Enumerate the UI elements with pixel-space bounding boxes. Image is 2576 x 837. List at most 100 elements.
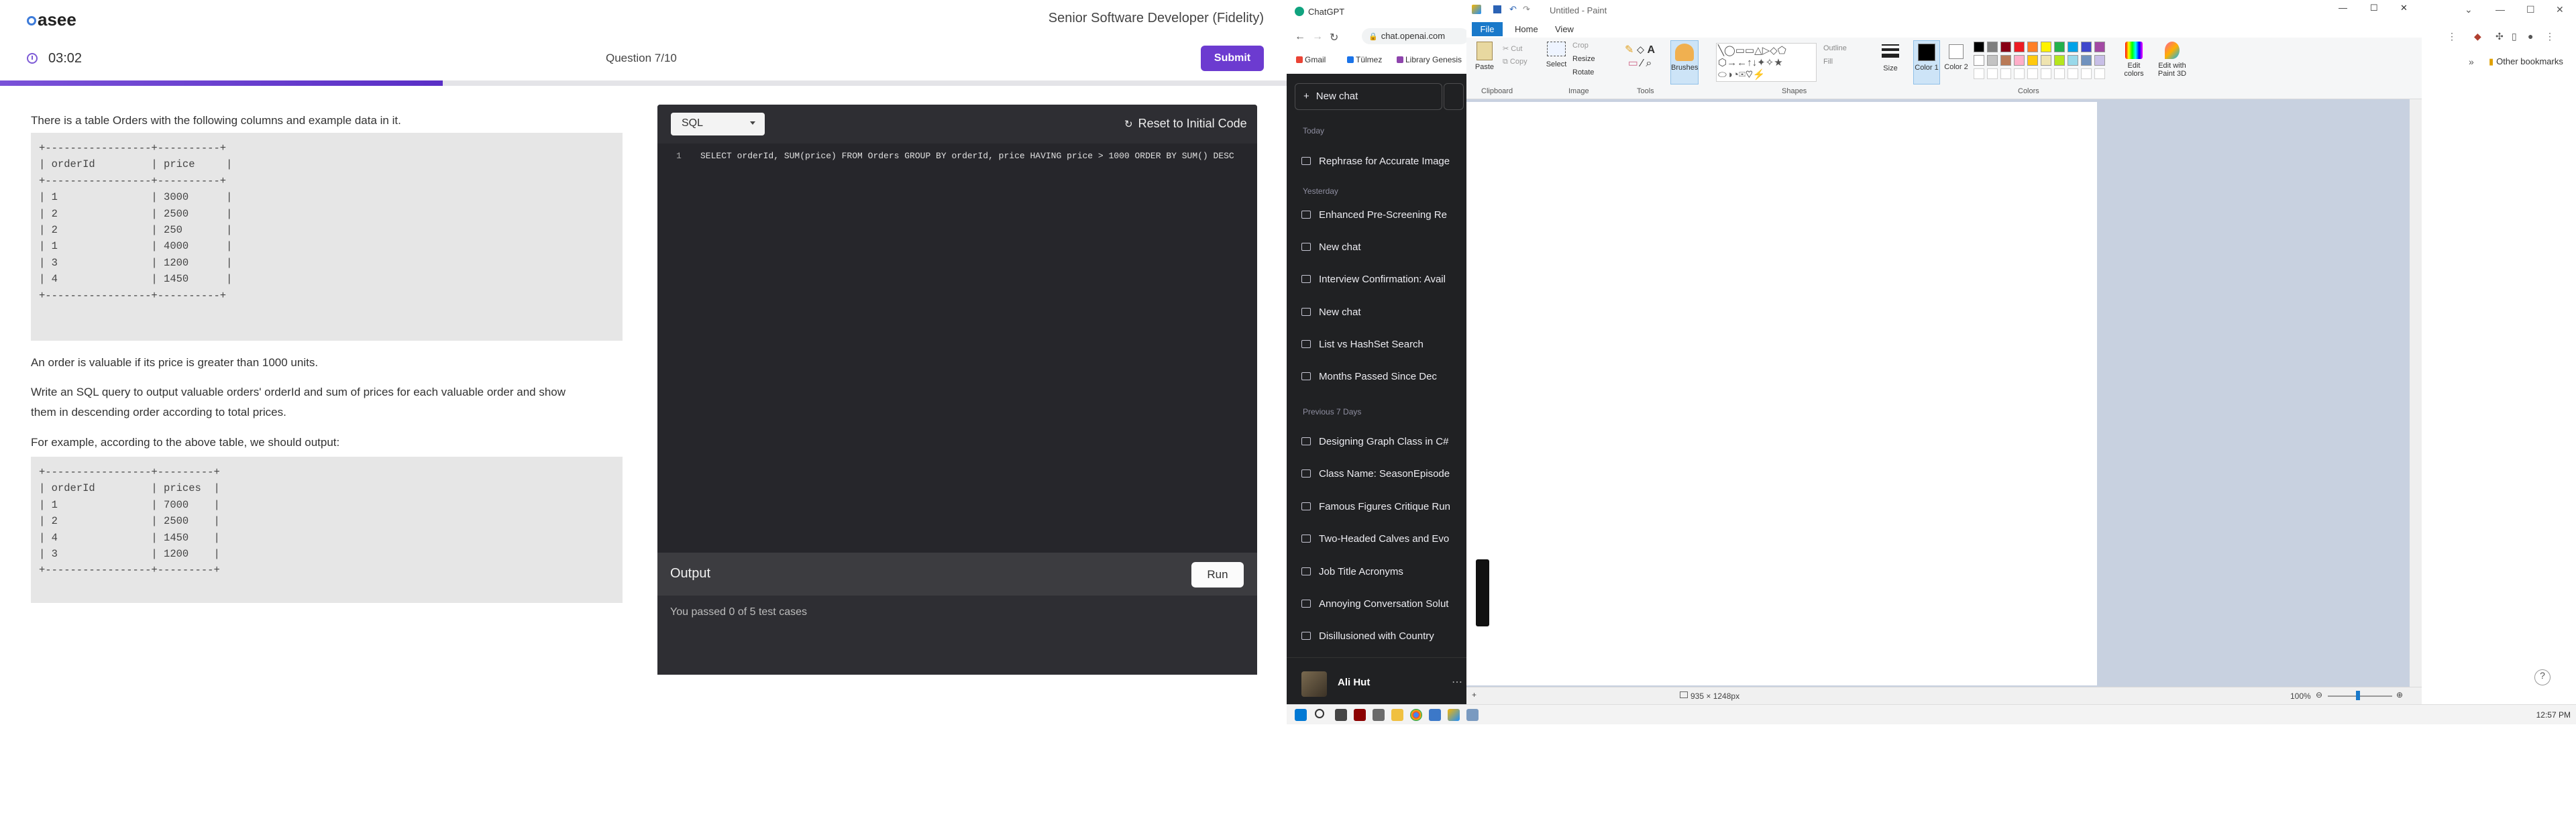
- color-swatch[interactable]: [2014, 42, 2025, 52]
- chevron-right-icon[interactable]: »: [2469, 56, 2474, 67]
- tab-file[interactable]: File: [1472, 22, 1503, 36]
- edit-colors-button[interactable]: Edit colors: [2118, 40, 2149, 78]
- color-swatch[interactable]: [2068, 55, 2078, 66]
- size-button[interactable]: Size: [1878, 42, 1902, 72]
- language-select[interactable]: SQL: [671, 113, 765, 135]
- puzzle-icon[interactable]: ✣: [2496, 31, 2504, 42]
- color-swatch[interactable]: [2094, 55, 2105, 66]
- copy-button[interactable]: ⧉ Copy: [1503, 58, 1527, 66]
- chat-history-item[interactable]: New chat: [1301, 241, 1466, 253]
- color-swatch[interactable]: [2027, 42, 2038, 52]
- reset-code-button[interactable]: ↻ Reset to Initial Code: [1124, 117, 1247, 131]
- chrome-menu-icon[interactable]: ⋮: [2545, 31, 2555, 42]
- zoom-slider-thumb[interactable]: [2356, 691, 2360, 700]
- more-icon[interactable]: ⋯: [1452, 675, 1462, 689]
- redo-icon[interactable]: ↷: [1523, 4, 1530, 15]
- user-profile-row[interactable]: Ali Hut ⋯: [1287, 657, 1466, 711]
- color-swatch-empty[interactable]: [1974, 68, 1984, 79]
- color-swatch[interactable]: [2014, 55, 2025, 66]
- color-swatch-empty[interactable]: [1987, 68, 1998, 79]
- pencil-icon[interactable]: ✎: [1625, 44, 1633, 56]
- color-swatch-empty[interactable]: [2054, 68, 2065, 79]
- color-swatch-empty[interactable]: [2094, 68, 2105, 79]
- zoom-out-icon[interactable]: ⊖: [2316, 690, 2322, 700]
- color-swatch[interactable]: [2041, 42, 2051, 52]
- tab-home[interactable]: Home: [1515, 24, 1538, 34]
- color-swatch-empty[interactable]: [2041, 68, 2051, 79]
- forward-icon[interactable]: →: [1312, 31, 1323, 43]
- chat-history-item[interactable]: Enhanced Pre-Screening Re: [1301, 209, 1466, 221]
- color-swatch-empty[interactable]: [2081, 68, 2092, 79]
- word-icon[interactable]: [1429, 709, 1441, 721]
- brushes-button[interactable]: Brushes: [1670, 40, 1699, 85]
- sidebar-toggle-button[interactable]: [1444, 83, 1464, 110]
- color-picker-icon[interactable]: ⁄: [1641, 58, 1643, 69]
- bookmark-item[interactable]: Gmail: [1296, 55, 1326, 64]
- color-swatch[interactable]: [2000, 55, 2011, 66]
- color-swatch[interactable]: [2041, 55, 2051, 66]
- chat-history-item[interactable]: Interview Confirmation: Avail: [1301, 274, 1466, 285]
- chat-history-item[interactable]: Job Title Acronyms: [1301, 566, 1466, 577]
- floating-toolbar[interactable]: [1476, 559, 1489, 626]
- maximize-icon[interactable]: ☐: [2370, 3, 2378, 13]
- fill-button[interactable]: Fill: [1823, 58, 1833, 66]
- color-swatch[interactable]: [2094, 42, 2105, 52]
- chat-history-item[interactable]: Famous Figures Critique Run: [1301, 501, 1466, 512]
- eraser-icon[interactable]: ▭: [1628, 58, 1638, 69]
- task-view-icon[interactable]: [1335, 709, 1347, 721]
- app-icon-gray[interactable]: [1373, 709, 1385, 721]
- chat-history-item[interactable]: New chat: [1301, 306, 1466, 318]
- color2-button[interactable]: Color 2: [1943, 40, 1970, 71]
- windows-start-icon[interactable]: [1295, 709, 1307, 721]
- new-chat-button[interactable]: + New chat: [1295, 83, 1442, 110]
- shapes-gallery[interactable]: ╲◯▭▭△▷◇⬠ ⬡→←↑↓✦✧★ ⬭◑◔✉♡⚡: [1716, 43, 1817, 82]
- cut-button[interactable]: ✂ Cut: [1503, 44, 1522, 53]
- chat-history-item[interactable]: Disillusioned with Country: [1301, 630, 1466, 642]
- code-input[interactable]: SELECT orderId, SUM(price) FROM Orders G…: [700, 151, 1234, 161]
- paint-taskbar-icon[interactable]: [1448, 709, 1460, 721]
- color-swatch[interactable]: [2081, 55, 2092, 66]
- resize-button[interactable]: Resize: [1572, 55, 1595, 63]
- dropdown-icon[interactable]: ⌄: [2465, 4, 2473, 15]
- chat-history-item[interactable]: Designing Graph Class in C#: [1301, 436, 1466, 447]
- zoom-slider[interactable]: [2328, 695, 2392, 697]
- profile-icon[interactable]: ●: [2528, 31, 2533, 42]
- zoom-in-icon[interactable]: ⊕: [2396, 690, 2403, 700]
- file-explorer-icon[interactable]: [1391, 709, 1403, 721]
- color-swatch-empty[interactable]: [2014, 68, 2025, 79]
- chat-history-item[interactable]: Rephrase for Accurate Image: [1301, 156, 1466, 167]
- color-swatch[interactable]: [2054, 42, 2065, 52]
- chat-history-item[interactable]: List vs HashSet Search: [1301, 339, 1466, 350]
- text-icon[interactable]: A: [1648, 44, 1656, 56]
- color-swatch[interactable]: [1987, 42, 1998, 52]
- bookmark-item[interactable]: Tülmez: [1347, 55, 1382, 64]
- color-swatch[interactable]: [1974, 55, 1984, 66]
- color-swatch[interactable]: [2027, 55, 2038, 66]
- chat-history-item[interactable]: Class Name: SeasonEpisode: [1301, 468, 1466, 480]
- chat-history-item[interactable]: Annoying Conversation Solut: [1301, 598, 1466, 610]
- color-swatch[interactable]: [2054, 55, 2065, 66]
- extension-icon[interactable]: ◆: [2474, 31, 2481, 42]
- minimize-icon[interactable]: —: [2496, 4, 2505, 15]
- color-swatch-empty[interactable]: [2000, 68, 2011, 79]
- magnifier-icon[interactable]: ⌕: [1646, 58, 1652, 69]
- help-button[interactable]: ?: [2534, 669, 2551, 685]
- tab-chatgpt[interactable]: ChatGPT: [1289, 1, 1465, 21]
- rotate-button[interactable]: Rotate: [1572, 68, 1594, 76]
- back-icon[interactable]: ←: [1295, 31, 1305, 43]
- close-icon[interactable]: ✕: [2556, 4, 2564, 15]
- tools-icons[interactable]: ✎ ⬦ A ▭ ⁄ ⌕: [1625, 43, 1655, 70]
- search-icon[interactable]: [1315, 709, 1324, 718]
- vertical-scrollbar[interactable]: [2410, 99, 2422, 687]
- crop-button[interactable]: Crop: [1572, 42, 1589, 50]
- color-swatch[interactable]: [2068, 42, 2078, 52]
- app-icon-red[interactable]: [1354, 709, 1366, 721]
- maximize-icon[interactable]: ☐: [2526, 4, 2535, 15]
- color-swatch-empty[interactable]: [2027, 68, 2038, 79]
- extension-menu-icon[interactable]: ⋮: [2447, 31, 2457, 42]
- tab-view[interactable]: View: [1555, 24, 1574, 34]
- chat-history-item[interactable]: Two-Headed Calves and Evo: [1301, 533, 1466, 545]
- minimize-icon[interactable]: —: [2339, 3, 2347, 13]
- save-icon[interactable]: [1493, 5, 1501, 13]
- close-icon[interactable]: ✕: [2400, 3, 2408, 13]
